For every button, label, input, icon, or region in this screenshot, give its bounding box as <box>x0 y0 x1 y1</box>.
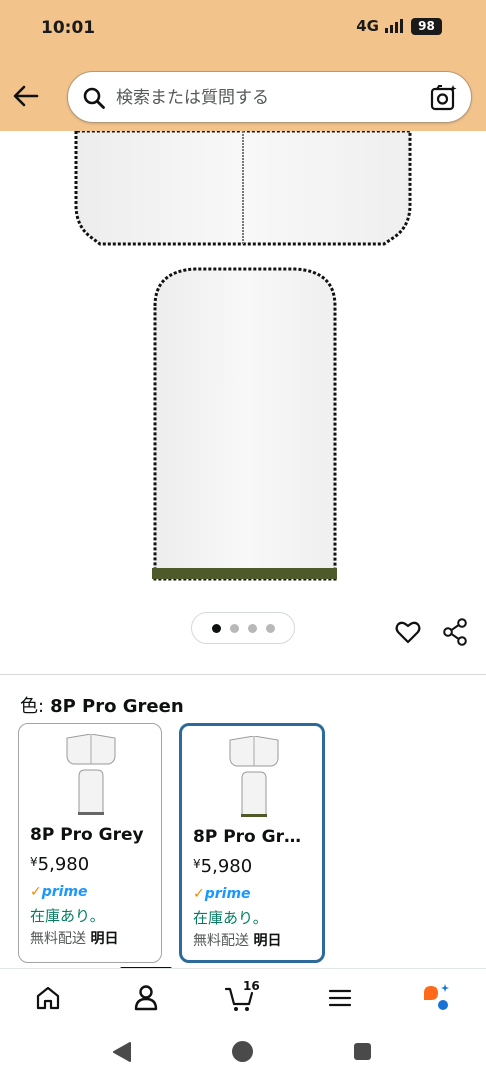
carousel-dot[interactable] <box>247 623 257 633</box>
carousel-dot[interactable] <box>265 623 275 633</box>
bottom-navigation <box>0 968 486 1024</box>
color-option-grey[interactable]: 8P Pro Grey ¥5,980 ✓prime 在庫あり。 無料配送 明日 <box>18 723 162 963</box>
search-input[interactable] <box>116 85 416 111</box>
product-thumbnail <box>229 736 279 817</box>
color-selector-label: 色: 8P Pro Green <box>20 692 184 718</box>
option-name: 8P Pro Green <box>193 827 311 847</box>
system-recents-icon[interactable] <box>354 1043 371 1060</box>
signal-icon <box>385 19 403 33</box>
battery-icon: 98 <box>411 17 442 35</box>
system-home-icon[interactable] <box>232 1041 253 1062</box>
arrow-left-icon[interactable] <box>12 82 40 110</box>
search-icon <box>83 87 105 109</box>
account-icon[interactable] <box>129 981 163 1015</box>
section-divider <box>0 674 486 675</box>
search-bar[interactable] <box>67 71 472 123</box>
app-header: 10:01 4G 98 <box>0 0 486 131</box>
selected-color-value: 8P Pro Green <box>50 696 184 717</box>
shipping-info: 無料配送 明日 <box>193 933 282 949</box>
color-option-green[interactable]: 8P Pro Green ¥5,980 ✓prime 在庫あり。 無料配送 明日 <box>179 723 325 963</box>
option-name: 8P Pro Grey <box>30 825 144 845</box>
carousel-dot[interactable] <box>229 623 239 633</box>
stock-status: 在庫あり。 <box>193 909 268 927</box>
greenhouse-cover-illustration <box>74 131 412 581</box>
shipping-info: 無料配送 明日 <box>30 931 119 947</box>
heart-icon[interactable] <box>395 619 421 645</box>
network-type: 4G <box>356 17 379 35</box>
rufus-ai-icon[interactable] <box>420 981 454 1015</box>
option-price: ¥5,980 <box>30 854 90 875</box>
option-price: ¥5,980 <box>193 856 253 877</box>
product-thumbnail <box>66 734 116 815</box>
prime-check-icon: ✓ <box>30 884 42 900</box>
prime-badge: ✓prime <box>30 884 88 900</box>
color-label: 色: <box>20 696 45 717</box>
system-back-icon[interactable] <box>112 1041 132 1063</box>
prime-check-icon: ✓ <box>193 886 205 902</box>
carousel-dot[interactable] <box>211 623 221 633</box>
stock-status: 在庫あり。 <box>30 907 105 925</box>
image-carousel-indicator[interactable] <box>191 612 295 644</box>
share-icon[interactable] <box>442 618 468 646</box>
status-indicators: 4G 98 <box>356 17 442 35</box>
product-image[interactable] <box>0 131 486 601</box>
screen: 10:01 4G 98 検索または質問する 色: 8P Pro Green 8P… <box>0 0 486 1080</box>
status-time: 10:01 <box>41 18 96 38</box>
menu-icon[interactable] <box>323 981 357 1015</box>
prime-badge: ✓prime <box>193 886 251 902</box>
camera-lens-icon[interactable] <box>430 84 458 112</box>
cart-count-badge: 16 <box>243 979 260 993</box>
home-icon[interactable] <box>31 981 65 1015</box>
